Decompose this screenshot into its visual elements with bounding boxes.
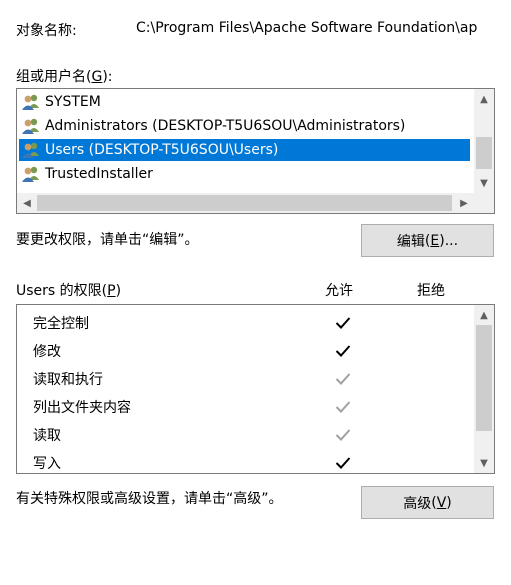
allow-check-icon xyxy=(335,345,351,357)
group-user-name: Administrators (DESKTOP-T5U6SOU\Administ… xyxy=(45,118,406,134)
scroll-up-arrow-icon[interactable]: ▲ xyxy=(474,89,494,109)
user-group-icon xyxy=(22,142,39,158)
allow-check-icon xyxy=(335,317,351,329)
deny-column-header: 拒绝 xyxy=(417,283,445,299)
allow-check-icon xyxy=(335,373,351,385)
group-user-name: TrustedInstaller xyxy=(45,166,153,182)
allow-check-icon xyxy=(335,401,351,413)
group-user-listbox[interactable]: SYSTEM Administrators (DESKTOP-T5U6SOU\Ad… xyxy=(16,88,495,214)
object-name-label: 对象名称: xyxy=(16,23,77,39)
scroll-down-arrow-icon[interactable]: ▼ xyxy=(474,173,494,193)
allow-column-header: 允许 xyxy=(325,283,353,299)
advanced-button[interactable]: 高级(V) xyxy=(361,486,494,519)
scrollbar-corner xyxy=(474,193,494,213)
permission-name: 读取 xyxy=(33,428,61,444)
permissions-label: Users 的权限(P) xyxy=(16,283,122,299)
scroll-left-arrow-icon[interactable]: ◀ xyxy=(17,193,37,213)
permission-row: 修改 xyxy=(33,337,61,365)
permission-name: 写入 xyxy=(33,456,61,472)
group-user-item[interactable]: Administrators (DESKTOP-T5U6SOU\Administ… xyxy=(21,115,405,137)
user-group-icon xyxy=(22,94,39,110)
object-name-value: C:\Program Files\Apache Software Foundat… xyxy=(136,20,478,36)
scroll-up-arrow-icon[interactable]: ▲ xyxy=(474,305,494,325)
permissions-vertical-scrollbar[interactable]: ▲ ▼ xyxy=(474,305,494,473)
advanced-hint-text: 有关特殊权限或高级设置，请单击“高级”。 xyxy=(16,491,283,507)
scroll-right-arrow-icon[interactable]: ▶ xyxy=(454,193,474,213)
group-user-item[interactable]: Users (DESKTOP-T5U6SOU\Users) xyxy=(19,139,470,161)
user-group-icon xyxy=(22,166,39,182)
group-or-user-names-label: 组或用户名(G): xyxy=(16,69,113,85)
permission-row: 读取 xyxy=(33,421,61,449)
permission-name: 完全控制 xyxy=(33,316,89,332)
scroll-down-arrow-icon[interactable]: ▼ xyxy=(474,453,494,473)
group-user-item[interactable]: TrustedInstaller xyxy=(21,163,153,185)
allow-check-icon xyxy=(335,429,351,441)
permission-name: 列出文件夹内容 xyxy=(33,400,131,416)
permission-row: 完全控制 xyxy=(33,309,89,337)
user-group-icon xyxy=(22,118,39,134)
group-list-hscroll-thumb[interactable] xyxy=(37,195,452,211)
permission-row: 列出文件夹内容 xyxy=(33,393,131,421)
allow-check-icon xyxy=(335,457,351,469)
group-user-name: SYSTEM xyxy=(45,94,101,110)
group-list-scroll-thumb[interactable] xyxy=(476,137,492,169)
permission-name: 读取和执行 xyxy=(33,372,103,388)
edit-button[interactable]: 编辑(E)... xyxy=(361,224,494,257)
group-list-horizontal-scrollbar[interactable]: ◀ ▶ xyxy=(17,193,474,213)
group-user-item[interactable]: SYSTEM xyxy=(21,91,101,113)
permission-row: 读取和执行 xyxy=(33,365,103,393)
edit-hint-text: 要更改权限，请单击“编辑”。 xyxy=(16,232,199,248)
permissions-listbox[interactable]: 完全控制修改读取和执行列出文件夹内容 读取写入 ▲ ▼ xyxy=(16,304,495,474)
group-list-vertical-scrollbar[interactable]: ▲ ▼ xyxy=(474,89,494,194)
group-user-name: Users (DESKTOP-T5U6SOU\Users) xyxy=(45,142,279,158)
permissions-scroll-thumb[interactable] xyxy=(476,325,492,431)
permission-row: 写入 xyxy=(33,449,61,473)
permission-name: 修改 xyxy=(33,344,61,360)
